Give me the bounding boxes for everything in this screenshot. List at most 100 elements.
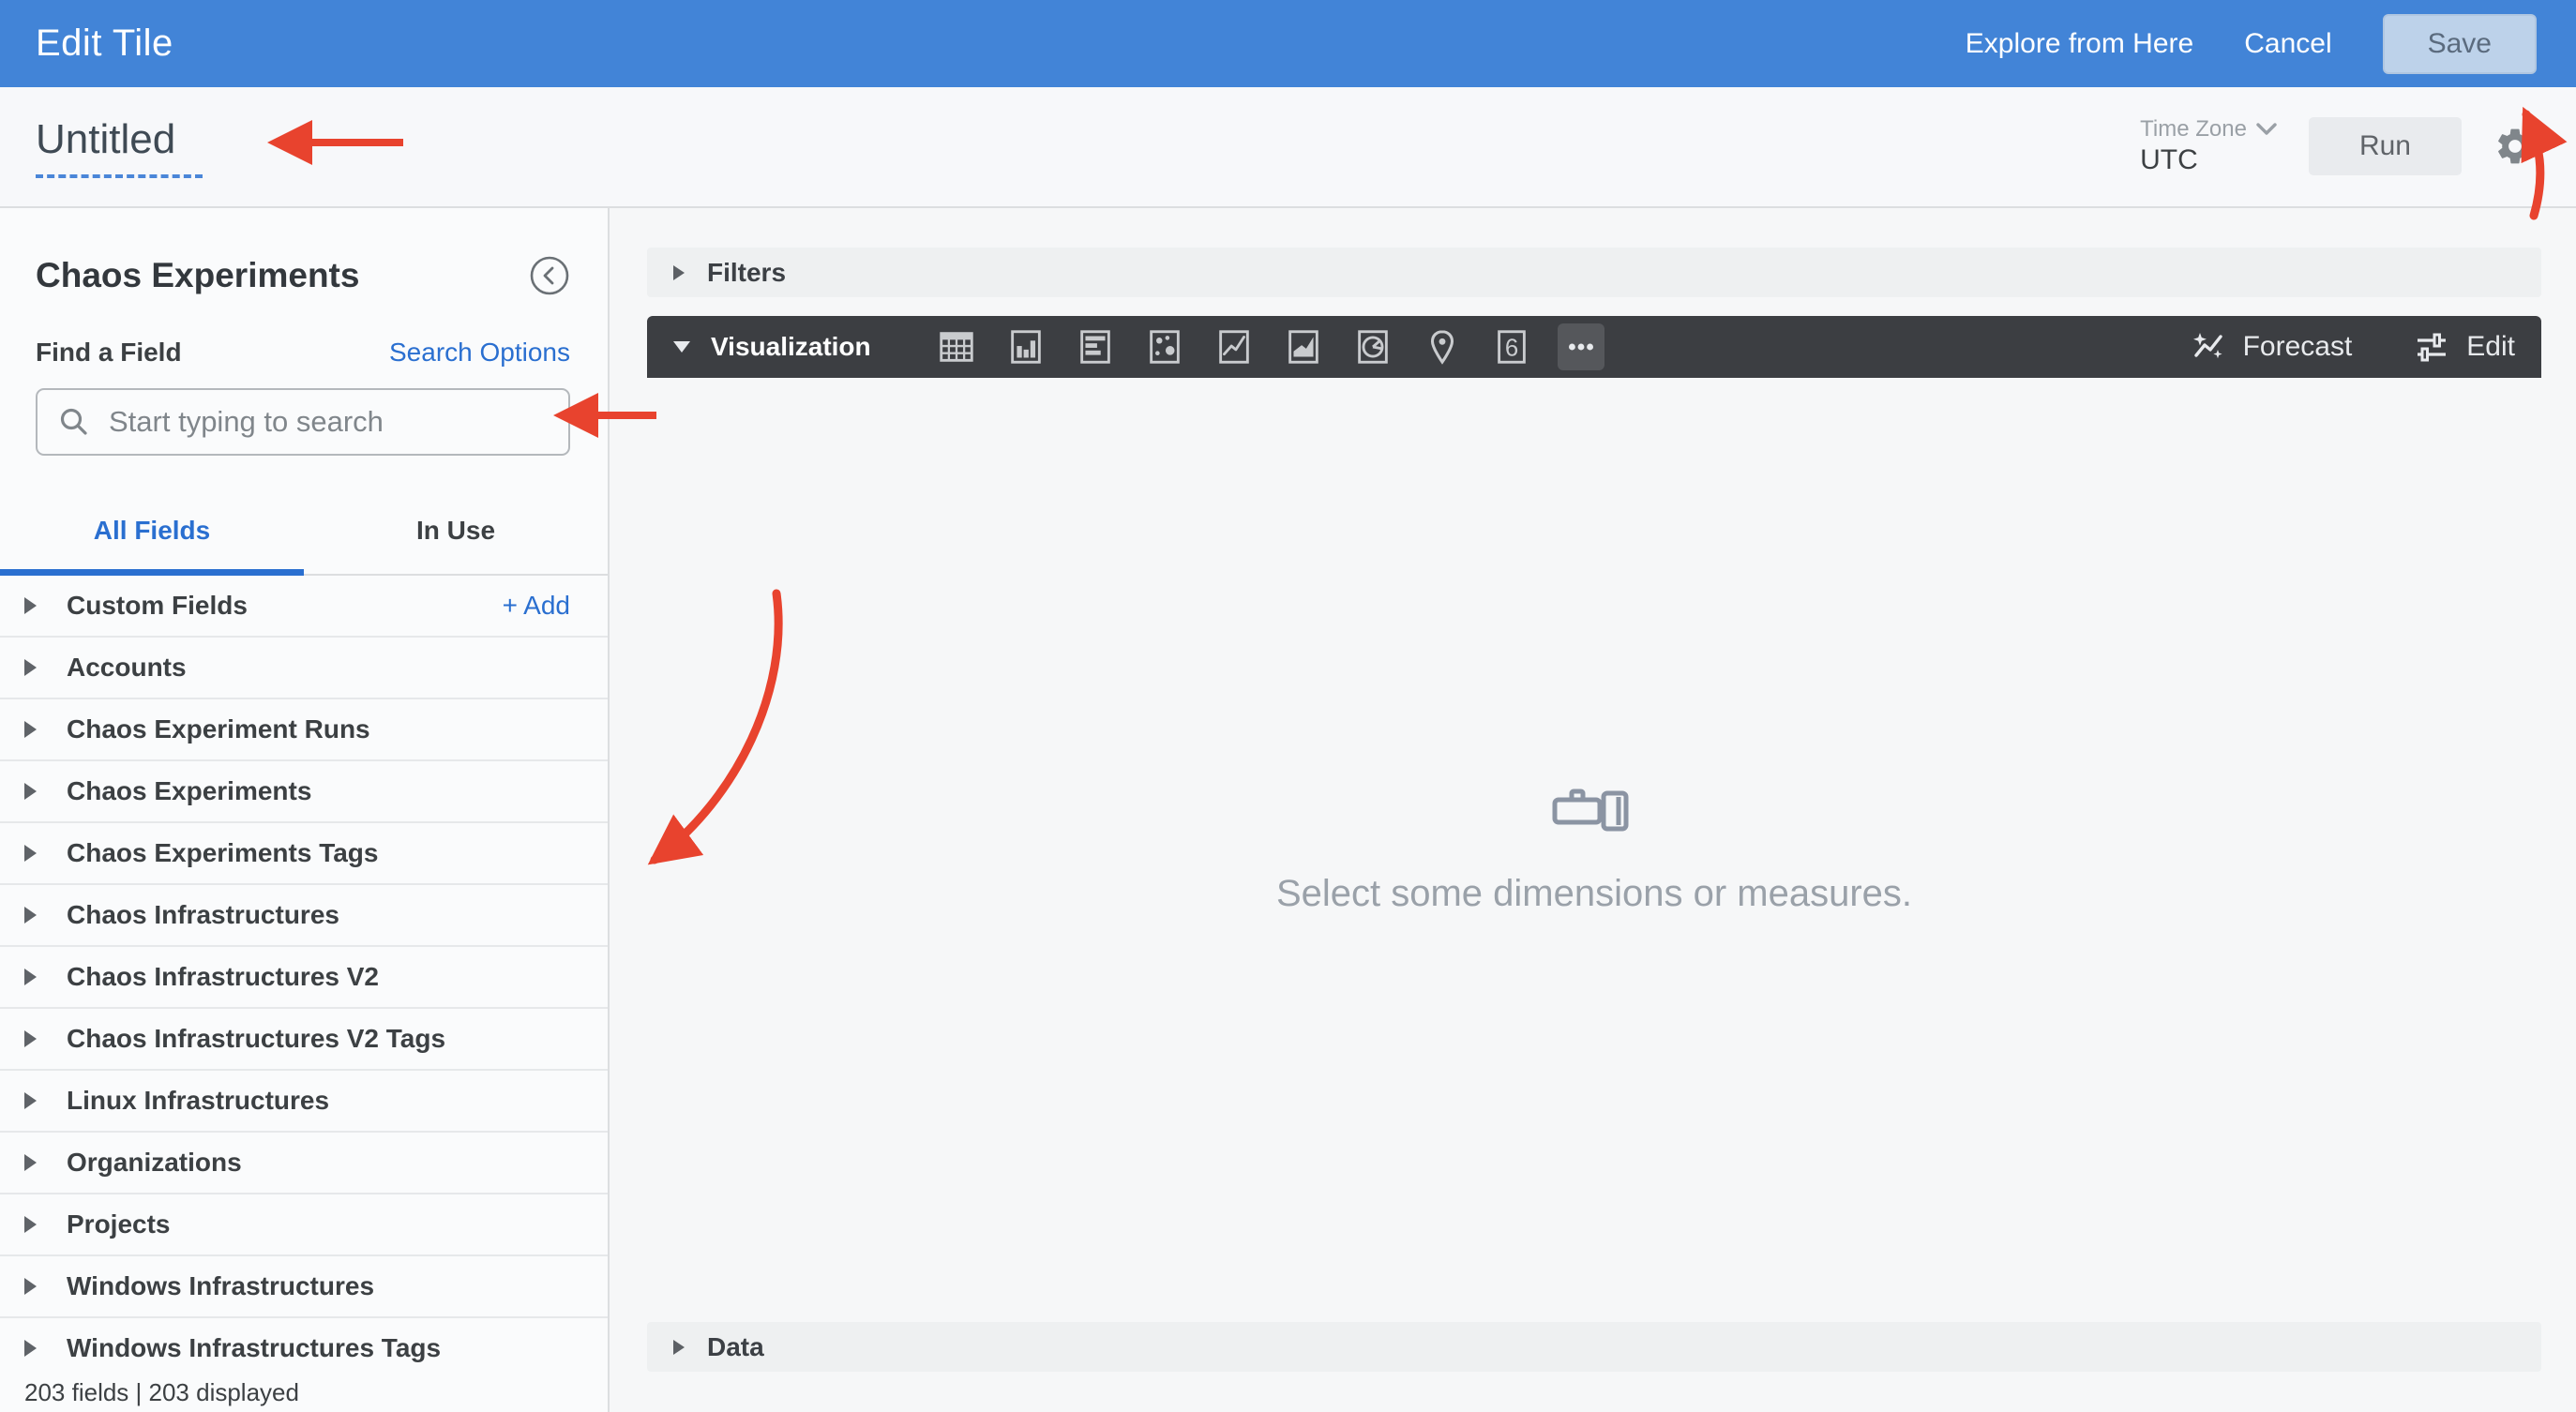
viz-empty-state: Select some dimensions or measures. (647, 378, 2541, 1322)
visualization-section-toggle[interactable]: Visualization (673, 332, 871, 362)
data-section-toggle[interactable]: Data (647, 1322, 2541, 1372)
edit-label: Edit (2466, 331, 2515, 362)
tab-in-use[interactable]: In Use (304, 503, 608, 574)
tab-all-fields[interactable]: All Fields (0, 503, 304, 576)
field-group-label: Windows Infrastructures (67, 1271, 375, 1300)
settings-sliders-icon (2418, 333, 2447, 362)
find-a-field-label: Find a Field (36, 338, 182, 367)
field-group-label: Chaos Infrastructures (67, 900, 339, 929)
caret-right-icon (673, 264, 685, 280)
caret-right-icon (24, 783, 37, 800)
field-group-row[interactable]: Chaos Infrastructures (0, 885, 608, 947)
field-group-label: Chaos Experiments Tags (67, 838, 379, 867)
more-viz-types-button[interactable] (1557, 323, 1604, 370)
cancel-button[interactable]: Cancel (2244, 28, 2331, 60)
field-group-row[interactable]: Chaos Experiment Runs (0, 699, 608, 761)
chevron-left-circle-icon (530, 256, 569, 295)
field-group-row[interactable]: Linux Infrastructures (0, 1071, 608, 1133)
tile-title-input[interactable]: Untitled (36, 116, 203, 163)
collapse-panel-button[interactable] (529, 255, 570, 296)
field-group-label: Accounts (67, 653, 187, 682)
field-group-label: Organizations (67, 1148, 242, 1177)
timezone-value: UTC (2140, 143, 2198, 175)
viz-type-picker: 6 (933, 323, 1604, 370)
caret-right-icon (24, 907, 37, 924)
field-search-box[interactable] (36, 388, 570, 456)
field-group-label: Windows Infrastructures Tags (67, 1333, 442, 1362)
edit-viz-button[interactable]: Edit (2412, 327, 2515, 367)
field-group-row[interactable]: Chaos Infrastructures V2 Tags (0, 1009, 608, 1071)
column-chart-icon[interactable] (1002, 323, 1049, 370)
caret-right-icon (24, 1340, 37, 1357)
field-group-row[interactable]: Accounts (0, 638, 608, 699)
save-button[interactable]: Save (2382, 13, 2537, 74)
caret-right-icon (24, 1030, 37, 1047)
field-group-label: Linux Infrastructures (67, 1086, 330, 1115)
caret-right-icon (24, 659, 37, 676)
caret-right-icon (673, 1339, 685, 1355)
field-count-status: 203 fields | 203 displayed (24, 1377, 299, 1406)
add-custom-field-button[interactable]: + Add (503, 591, 570, 621)
forecast-sparkle-icon (2192, 333, 2222, 359)
visualization-bar: Visualization 6 Forecast Edit (647, 316, 2541, 378)
visualization-label: Visualization (711, 332, 871, 361)
run-button[interactable]: Run (2308, 117, 2462, 176)
data-label: Data (707, 1331, 764, 1361)
caret-right-icon (24, 1154, 37, 1171)
field-group-label: Projects (67, 1209, 171, 1239)
field-group-custom-fields[interactable]: Custom Fields + Add (0, 576, 608, 638)
table-icon[interactable] (933, 323, 980, 370)
map-pin-icon[interactable] (1419, 323, 1466, 370)
forecast-button[interactable]: Forecast (2189, 327, 2352, 367)
topbar-actions: Explore from Here Cancel Save (1966, 13, 2537, 74)
field-group-label: Chaos Infrastructures V2 Tags (67, 1024, 446, 1053)
field-group-label: Chaos Experiments (67, 776, 312, 805)
field-group-label: Custom Fields (67, 591, 248, 620)
chevron-down-icon (2256, 123, 2277, 136)
search-options-link[interactable]: Search Options (389, 338, 570, 368)
caret-right-icon (24, 1216, 37, 1233)
timezone-selector[interactable]: Time Zone UTC (2140, 116, 2277, 177)
caret-right-icon (24, 1278, 37, 1295)
empty-state-message: Select some dimensions or measures. (1275, 873, 1913, 914)
caret-right-icon (24, 597, 37, 614)
field-picker-sidebar: Chaos Experiments Find a Field Search Op… (0, 208, 610, 1412)
tile-header: Untitled Time Zone UTC Run (0, 87, 2576, 208)
explore-name-title: Chaos Experiments (36, 256, 360, 294)
field-group-label: Chaos Experiment Runs (67, 714, 370, 744)
caret-right-icon (24, 1092, 37, 1109)
svg-text:6: 6 (1504, 336, 1517, 362)
caret-right-icon (24, 969, 37, 985)
field-group-row[interactable]: Chaos Experiments (0, 761, 608, 823)
caret-right-icon (24, 721, 37, 738)
field-group-row[interactable]: Projects (0, 1194, 608, 1256)
scatter-chart-icon[interactable] (1141, 323, 1188, 370)
page-title: Edit Tile (36, 23, 173, 64)
title-dashed-underline (36, 173, 203, 178)
field-group-list: Custom Fields + Add Accounts Chaos Exper… (0, 576, 608, 1373)
top-app-bar: Edit Tile Explore from Here Cancel Save (0, 0, 2576, 87)
pie-chart-icon[interactable] (1349, 323, 1396, 370)
single-value-icon[interactable]: 6 (1488, 323, 1535, 370)
field-tabs: All Fields In Use (0, 503, 608, 576)
explore-from-here-link[interactable]: Explore from Here (1966, 28, 2193, 60)
caret-right-icon (24, 845, 37, 862)
bar-chart-icon[interactable] (1072, 323, 1119, 370)
search-input[interactable] (109, 405, 548, 439)
filters-label: Filters (707, 257, 787, 287)
field-group-row[interactable]: Windows Infrastructures Tags (0, 1318, 608, 1373)
line-chart-icon[interactable] (1211, 323, 1258, 370)
filters-section-toggle[interactable]: Filters (647, 248, 2541, 297)
field-group-row[interactable]: Chaos Infrastructures V2 (0, 947, 608, 1009)
field-group-row[interactable]: Windows Infrastructures (0, 1256, 608, 1318)
timezone-label: Time Zone (2140, 116, 2247, 143)
search-icon (60, 408, 87, 435)
field-group-label: Chaos Infrastructures V2 (67, 962, 379, 991)
field-group-row[interactable]: Organizations (0, 1133, 608, 1194)
flashlight-icon (1552, 789, 1629, 832)
field-group-row[interactable]: Chaos Experiments Tags (0, 823, 608, 885)
caret-down-icon (673, 341, 690, 353)
explore-main-area: Filters Visualization 6 Forecast Edit Se… (610, 208, 2576, 1412)
gear-icon[interactable] (2493, 125, 2537, 168)
area-chart-icon[interactable] (1280, 323, 1327, 370)
